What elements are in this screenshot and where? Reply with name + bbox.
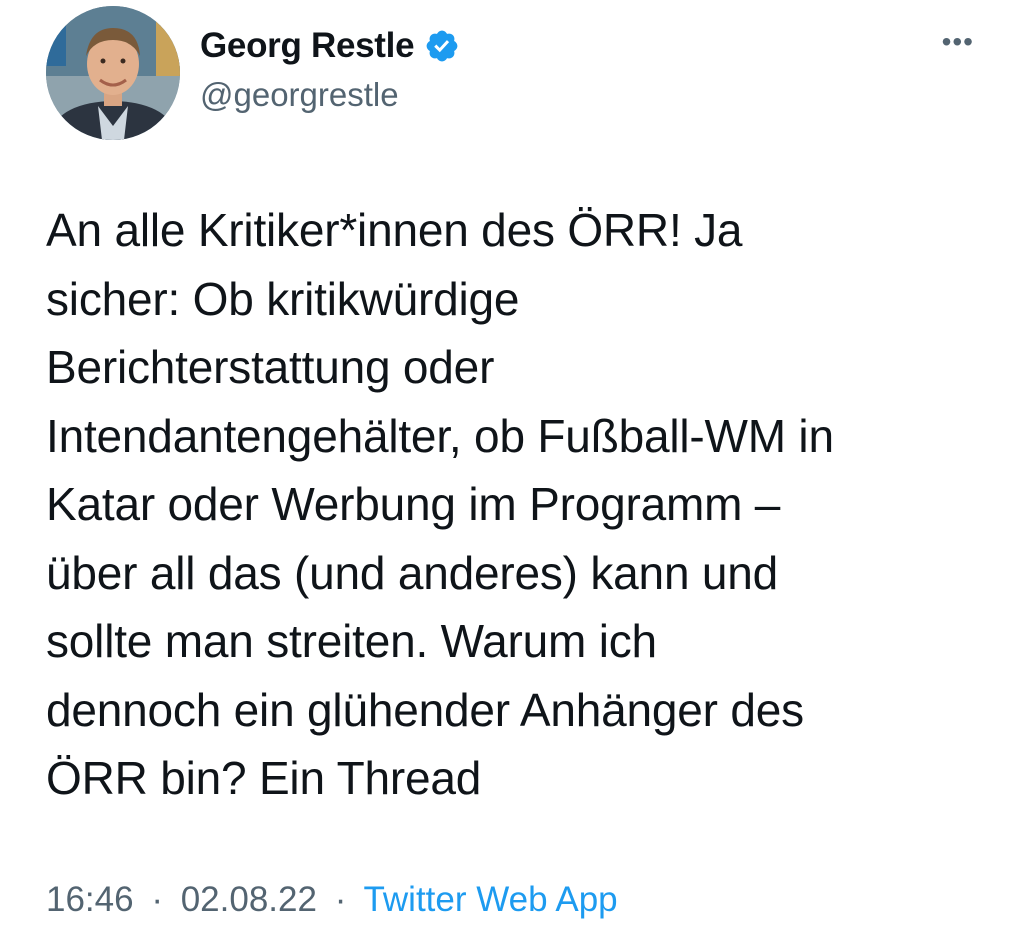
author-block[interactable]: Georg Restle @georgrestle xyxy=(200,22,460,114)
meta-separator: · xyxy=(151,880,163,919)
tweet-source[interactable]: Twitter Web App xyxy=(363,880,617,919)
verified-badge-icon xyxy=(424,28,460,64)
avatar[interactable] xyxy=(46,6,180,140)
tweet-time[interactable]: 16:46 xyxy=(46,880,134,919)
avatar-image xyxy=(46,6,180,140)
tweet-card: Georg Restle @georgrestle ••• An alle Kr… xyxy=(0,0,1024,936)
tweet-text: An alle Kritiker*innen des ÖRR! Ja siche… xyxy=(46,204,834,804)
name-row: Georg Restle xyxy=(200,22,460,70)
tweet-meta: 16:46 · 02.08.22 · Twitter Web App xyxy=(46,880,618,920)
meta-separator: · xyxy=(334,880,347,919)
more-horizontal-icon[interactable]: ••• xyxy=(942,28,974,56)
tweet-date[interactable]: 02.08.22 xyxy=(181,880,317,919)
author-handle[interactable]: @georgrestle xyxy=(200,76,460,114)
author-display-name[interactable]: Georg Restle xyxy=(200,26,415,66)
